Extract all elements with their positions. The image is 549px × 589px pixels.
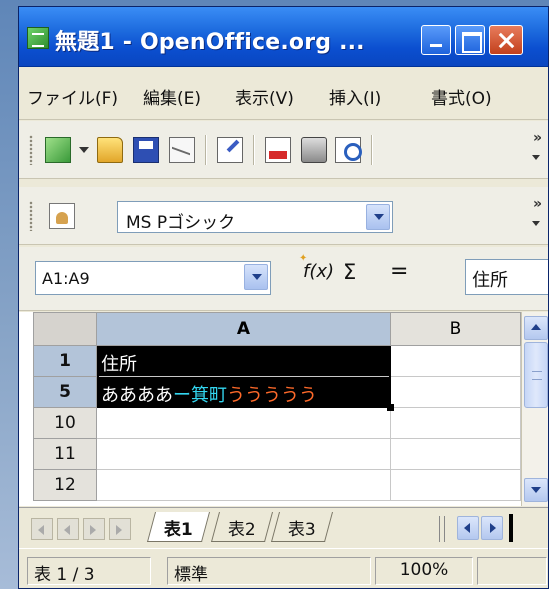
calc-window: 無題1 - OpenOffice.org ... ファイル(F) 編集(E) 表… (18, 6, 549, 589)
styles-formatting-icon[interactable] (49, 203, 75, 229)
menu-view[interactable]: 表示(V) (235, 84, 294, 109)
email-icon[interactable] (169, 137, 195, 163)
function-wizard-button[interactable]: f(x) (299, 253, 334, 282)
scroll-thumb[interactable] (524, 342, 548, 408)
column-header-b[interactable]: B (391, 312, 521, 346)
cell-text-run: ううううう (227, 385, 317, 406)
cell-a[interactable]: ああああー箕町ううううう (97, 377, 391, 408)
open-folder-icon[interactable] (97, 137, 123, 163)
toolbar-overflow-icon[interactable]: » (533, 197, 542, 211)
edit-file-icon[interactable] (217, 137, 243, 163)
first-sheet-button[interactable] (31, 518, 53, 540)
cell-text-run: ああああ (101, 385, 173, 406)
status-sheet-info: 表 1 / 3 (27, 557, 151, 585)
menu-bar: ファイル(F) 編集(E) 表示(V) 挿入(I) 書式(O) (19, 68, 548, 120)
cell-b[interactable] (391, 408, 521, 439)
new-dropdown-icon[interactable] (79, 147, 89, 153)
print-icon[interactable] (301, 137, 327, 163)
vertical-scrollbar[interactable] (521, 312, 548, 506)
toolbar-overflow-icon[interactable]: » (533, 131, 542, 145)
last-sheet-button[interactable] (109, 518, 131, 540)
menu-file[interactable]: ファイル(F) (27, 84, 118, 109)
scroll-up-button[interactable] (524, 316, 548, 340)
status-zoom[interactable]: 100% (375, 557, 473, 585)
tab-label: 表1 (163, 520, 193, 540)
toolbar-separator (253, 135, 255, 165)
toolbar-options-icon[interactable] (532, 155, 540, 160)
cell-text: 住所 (101, 350, 137, 376)
horizontal-scroll-edge (509, 514, 513, 542)
cell-text: ああああー箕町ううううう (101, 381, 317, 407)
toolbar-separator (371, 135, 373, 165)
name-box[interactable]: A1:A9 (35, 261, 271, 295)
menu-format[interactable]: 書式(O) (431, 84, 492, 109)
font-name-combo[interactable]: MS Pゴシック (117, 201, 393, 233)
minimize-button[interactable] (421, 25, 451, 55)
column-header-a[interactable]: A (97, 312, 391, 346)
tab-label: 表3 (287, 520, 316, 540)
cell-a[interactable] (97, 439, 391, 470)
calc-app-icon[interactable] (27, 27, 49, 49)
name-box-value: A1:A9 (42, 269, 90, 288)
window-title: 無題1 - OpenOffice.org ... (55, 30, 365, 55)
cell-a[interactable] (97, 470, 391, 501)
status-page-style[interactable]: 標準 (167, 557, 371, 585)
maximize-button[interactable] (455, 25, 485, 55)
row-header[interactable]: 10 (33, 408, 97, 439)
formula-bar: A1:A9 f(x) Σ = 住所 (19, 247, 548, 311)
scroll-left-button[interactable] (457, 516, 479, 540)
export-pdf-icon[interactable] (265, 137, 291, 163)
previous-sheet-button[interactable] (57, 518, 79, 540)
sheet-tabs-bar: 表1 表2 表3 (19, 507, 548, 547)
status-extra (477, 557, 547, 585)
select-all-corner[interactable] (33, 312, 97, 346)
tab-sheet-2[interactable]: 表2 (210, 512, 273, 542)
scroll-right-button[interactable] (481, 516, 503, 540)
sum-button[interactable]: Σ (343, 260, 356, 284)
status-bar: 表 1 / 3 標準 100% (19, 548, 548, 588)
cell-text-run: 住所 (101, 354, 137, 375)
font-name-value: MS Pゴシック (126, 213, 236, 233)
scroll-down-button[interactable] (524, 478, 548, 502)
tab-sheet-3[interactable]: 表3 (270, 512, 333, 542)
row-header[interactable]: 5 (33, 377, 97, 408)
name-box-dropdown-button[interactable] (244, 264, 268, 290)
cell-text-run: ー箕町 (173, 385, 227, 406)
toolbar-grip[interactable] (29, 201, 33, 231)
next-sheet-button[interactable] (83, 518, 105, 540)
fill-handle[interactable] (387, 404, 394, 411)
toolbar-options-icon[interactable] (532, 221, 540, 226)
cell-b[interactable] (391, 377, 521, 408)
cell-b[interactable] (391, 470, 521, 501)
tab-sheet-1[interactable]: 表1 (146, 512, 210, 542)
cell-a[interactable] (97, 408, 391, 439)
menu-insert[interactable]: 挿入(I) (329, 84, 381, 109)
tab-scroll-splitter[interactable] (439, 516, 445, 542)
title-bar[interactable]: 無題1 - OpenOffice.org ... (19, 7, 548, 67)
menu-edit[interactable]: 編集(E) (143, 84, 201, 109)
cell-b[interactable] (391, 439, 521, 470)
standard-toolbar: » (19, 121, 548, 179)
save-icon[interactable] (133, 137, 159, 163)
cell-a[interactable]: 住所 (97, 346, 391, 377)
new-document-icon[interactable] (45, 137, 71, 163)
toolbar-separator (205, 135, 207, 165)
formatting-toolbar: MS Pゴシック » (19, 187, 548, 245)
input-line[interactable]: 住所 (465, 259, 548, 295)
tab-label: 表2 (227, 520, 256, 540)
page-preview-icon[interactable] (335, 137, 362, 163)
row-header[interactable]: 12 (33, 470, 97, 501)
toolbar-grip[interactable] (29, 135, 33, 165)
function-button[interactable]: = (390, 259, 408, 284)
input-line-value: 住所 (472, 270, 508, 291)
row-header[interactable]: 1 (33, 346, 97, 377)
font-dropdown-button[interactable] (366, 204, 390, 230)
close-button[interactable] (489, 25, 523, 55)
sheet-grid: A B 1 住所 5 ああああー箕町ううううう 10 11 12 (19, 312, 548, 506)
cell-b[interactable] (391, 346, 521, 377)
row-header[interactable]: 11 (33, 439, 97, 470)
